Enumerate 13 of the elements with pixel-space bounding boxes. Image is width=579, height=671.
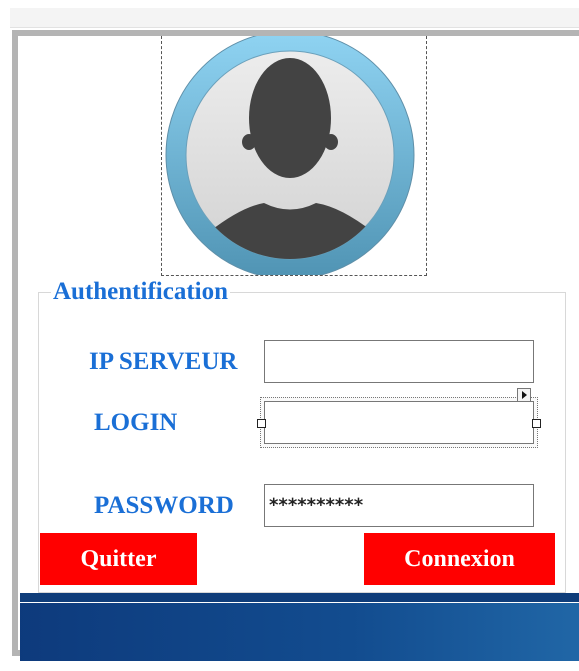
smart-tag-icon[interactable] <box>517 388 531 402</box>
field-label: IP SERVEUR <box>88 348 239 376</box>
field-label: PASSWORD <box>93 492 235 520</box>
field-label: LOGIN <box>93 408 178 436</box>
text-field[interactable] <box>264 340 534 383</box>
text-field[interactable]: ********** <box>264 484 534 527</box>
text-field[interactable] <box>264 401 534 444</box>
action-button[interactable]: Quitter <box>40 533 197 585</box>
action-button[interactable]: Connexion <box>364 533 555 585</box>
group-title: Authentification <box>52 280 229 304</box>
resize-handle[interactable] <box>532 419 541 428</box>
picture-box[interactable] <box>161 36 427 276</box>
resize-handle[interactable] <box>257 419 266 428</box>
